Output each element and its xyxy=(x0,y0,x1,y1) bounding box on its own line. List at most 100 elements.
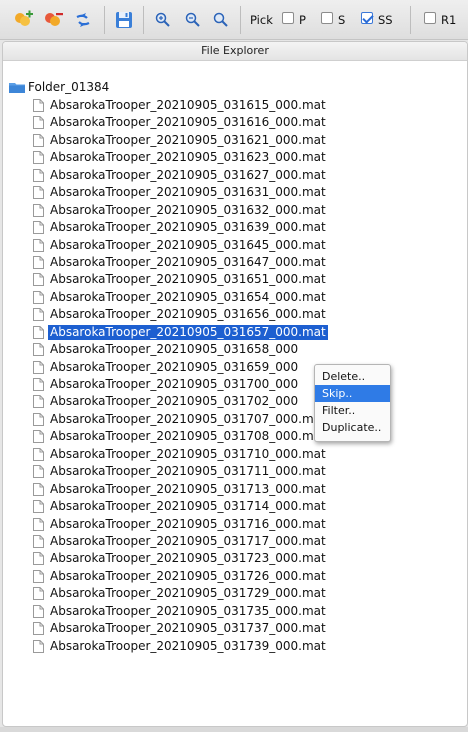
bottom-bar xyxy=(0,727,468,732)
file-row[interactable]: AbsarokaTrooper_20210905_031700_000 xyxy=(33,376,463,393)
file-row[interactable]: AbsarokaTrooper_20210905_031711_000.mat xyxy=(33,463,463,480)
checkbox-p[interactable] xyxy=(282,12,294,24)
file-label: AbsarokaTrooper_20210905_031723_000.mat xyxy=(50,551,326,566)
zoom-fit-button[interactable] xyxy=(210,9,232,31)
file-label: AbsarokaTrooper_20210905_031714_000.mat xyxy=(50,499,326,514)
file-icon xyxy=(33,517,44,531)
file-row[interactable]: AbsarokaTrooper_20210905_031723_000.mat xyxy=(33,550,463,567)
save-icon xyxy=(116,12,132,28)
menu-item-skip[interactable]: Skip.. xyxy=(315,385,390,402)
file-label: AbsarokaTrooper_20210905_031729_000.mat xyxy=(50,586,326,601)
file-label: AbsarokaTrooper_20210905_031615_000.mat xyxy=(50,98,326,112)
zoom-out-icon xyxy=(185,12,200,27)
file-row[interactable]: AbsarokaTrooper_20210905_031737_000.mat xyxy=(33,620,463,637)
file-row[interactable]: AbsarokaTrooper_20210905_031654_000.mat xyxy=(33,289,463,306)
file-label: AbsarokaTrooper_20210905_031737_000.mat xyxy=(50,621,326,636)
file-row[interactable]: AbsarokaTrooper_20210905_031710_000.mat xyxy=(33,446,463,463)
file-label: AbsarokaTrooper_20210905_031631_000.mat xyxy=(50,185,326,200)
file-icon xyxy=(33,255,44,269)
file-row[interactable]: AbsarokaTrooper_20210905_031656_000.mat xyxy=(33,306,463,323)
file-label: AbsarokaTrooper_20210905_031623_000.mat xyxy=(50,150,326,165)
file-label: AbsarokaTrooper_20210905_031639_000.mat xyxy=(50,220,326,235)
folder-icon xyxy=(9,83,25,93)
zoom-out-button[interactable] xyxy=(182,9,204,31)
toolbar-separator xyxy=(410,6,411,34)
file-row[interactable]: AbsarokaTrooper_20210905_031716_000.mat xyxy=(33,516,463,533)
checkbox-r1[interactable] xyxy=(424,12,436,24)
file-row[interactable]: AbsarokaTrooper_20210905_031632_000.mat xyxy=(33,202,463,219)
file-row[interactable]: AbsarokaTrooper_20210905_031623_000.mat xyxy=(33,149,463,166)
file-icon xyxy=(33,343,44,357)
refresh-icon xyxy=(76,13,90,27)
file-label: AbsarokaTrooper_20210905_031716_000.mat xyxy=(50,516,326,531)
file-label: AbsarokaTrooper_20210905_031627_000.mat xyxy=(50,167,326,182)
file-label: AbsarokaTrooper_20210905_031616_000.mat xyxy=(50,115,326,130)
file-row[interactable]: AbsarokaTrooper_20210905_031616_000.mat xyxy=(33,114,463,131)
file-row[interactable]: AbsarokaTrooper_20210905_031726_000.mat xyxy=(33,568,463,585)
file-label: AbsarokaTrooper_20210905_031711_000.mat xyxy=(50,464,326,479)
file-row[interactable]: AbsarokaTrooper_20210905_031645_000.mat xyxy=(33,237,463,254)
file-row[interactable]: AbsarokaTrooper_20210905_031714_000.mat xyxy=(33,498,463,515)
file-row[interactable]: AbsarokaTrooper_20210905_031735_000.mat xyxy=(33,603,463,620)
file-row[interactable]: AbsarokaTrooper_20210905_031739_000.mat xyxy=(33,638,463,655)
toolbar-separator xyxy=(104,6,105,34)
add-button[interactable] xyxy=(12,9,34,31)
file-row[interactable]: AbsarokaTrooper_20210905_031729_000.mat xyxy=(33,585,463,602)
file-row[interactable]: AbsarokaTrooper_20210905_031713_000.mat xyxy=(33,481,463,498)
file-row[interactable]: AbsarokaTrooper_20210905_031717_000.mat xyxy=(33,533,463,550)
menu-item-delete[interactable]: Delete.. xyxy=(315,368,390,385)
file-icon xyxy=(33,395,44,409)
toolbar: Pick P S SS R1 xyxy=(0,0,468,40)
panel-title: File Explorer xyxy=(201,44,269,57)
remove-button[interactable] xyxy=(42,9,64,31)
menu-item-filter[interactable]: Filter.. xyxy=(315,402,390,419)
checkbox-r1-label: R1 xyxy=(441,13,457,27)
file-row[interactable]: AbsarokaTrooper_20210905_031702_000 xyxy=(33,393,463,410)
checkbox-s[interactable] xyxy=(321,12,333,24)
file-label: AbsarokaTrooper_20210905_031657_000.mat xyxy=(48,324,328,340)
file-icon xyxy=(33,203,44,217)
file-row[interactable]: AbsarokaTrooper_20210905_031707_000.mat xyxy=(33,411,463,428)
file-icon xyxy=(33,308,44,322)
file-row[interactable]: AbsarokaTrooper_20210905_031631_000.mat xyxy=(33,184,463,201)
file-label: AbsarokaTrooper_20210905_031645_000.mat xyxy=(50,237,326,252)
file-label: AbsarokaTrooper_20210905_031700_000 xyxy=(50,377,299,391)
file-label: AbsarokaTrooper_20210905_031739_000.mat xyxy=(50,638,326,653)
file-row[interactable]: AbsarokaTrooper_20210905_031708_000.mat xyxy=(33,428,463,445)
file-icon xyxy=(33,360,44,374)
file-icon xyxy=(33,221,44,235)
checkbox-ss[interactable] xyxy=(361,12,373,24)
file-icon xyxy=(33,447,44,461)
file-icon xyxy=(33,116,44,130)
file-label: AbsarokaTrooper_20210905_031658_000 xyxy=(50,342,299,357)
zoom-fit-icon xyxy=(213,12,228,27)
file-icon xyxy=(33,604,44,618)
file-label: AbsarokaTrooper_20210905_031621_000.mat xyxy=(50,132,326,147)
file-row[interactable]: AbsarokaTrooper_20210905_031647_000.mat xyxy=(33,254,463,271)
menu-item-duplicate[interactable]: Duplicate.. xyxy=(315,419,390,436)
file-row[interactable]: AbsarokaTrooper_20210905_031651_000.mat xyxy=(33,271,463,288)
file-label: AbsarokaTrooper_20210905_031632_000.mat xyxy=(50,202,326,217)
file-row[interactable]: AbsarokaTrooper_20210905_031659_000 xyxy=(33,359,463,376)
file-label: AbsarokaTrooper_20210905_031702_000 xyxy=(50,394,299,409)
file-row[interactable]: AbsarokaTrooper_20210905_031615_000.mat xyxy=(33,97,463,114)
file-row[interactable]: AbsarokaTrooper_20210905_031621_000.mat xyxy=(33,132,463,149)
file-icon xyxy=(33,133,44,147)
checkbox-p-label: P xyxy=(299,13,306,27)
file-row[interactable]: AbsarokaTrooper_20210905_031657_000.mat xyxy=(33,324,463,341)
remove-icon xyxy=(45,13,63,26)
file-row[interactable]: AbsarokaTrooper_20210905_031639_000.mat xyxy=(33,219,463,236)
checkbox-ss-label: SS xyxy=(378,13,393,27)
file-label: AbsarokaTrooper_20210905_031651_000.mat xyxy=(50,272,326,287)
file-row[interactable]: AbsarokaTrooper_20210905_031627_000.mat xyxy=(33,167,463,184)
file-icon xyxy=(33,587,44,601)
file-icon xyxy=(33,639,44,653)
file-row[interactable]: AbsarokaTrooper_20210905_031658_000 xyxy=(33,341,463,358)
file-icon xyxy=(33,465,44,479)
refresh-button[interactable] xyxy=(72,9,94,31)
zoom-in-button[interactable] xyxy=(152,9,174,31)
save-button[interactable] xyxy=(113,9,135,31)
toolbar-separator xyxy=(240,6,241,34)
file-label: AbsarokaTrooper_20210905_031713_000.mat xyxy=(50,481,326,496)
toolbar-separator xyxy=(143,6,144,34)
